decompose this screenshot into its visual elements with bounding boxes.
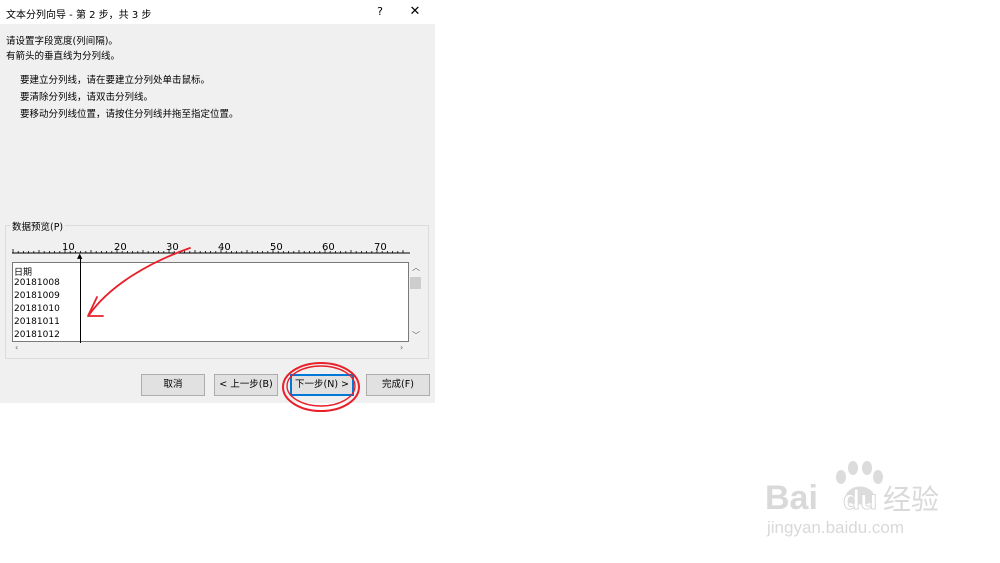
- instruction-bullet-create: 要建立分列线，请在要建立分列处单击鼠标。: [20, 75, 211, 86]
- finish-button[interactable]: 完成(F): [366, 374, 430, 396]
- instruction-bullet-clear: 要清除分列线，请双击分列线。: [20, 92, 154, 103]
- ruler-label-70: 70: [374, 242, 387, 253]
- back-button[interactable]: < 上一步(B): [214, 374, 278, 396]
- title-bar: 文本分列向导 - 第 2 步，共 3 步 ? ✕: [0, 0, 435, 24]
- ruler-label-10: 10: [62, 242, 75, 253]
- scroll-up-icon[interactable]: ︿: [412, 264, 420, 272]
- watermark-brand2: du: [843, 484, 877, 515]
- baidu-watermark-logo: Bai du 经验 jingyan.baidu.com: [765, 461, 939, 537]
- instruction-line-1: 请设置字段宽度(列间隔)。: [6, 36, 118, 47]
- ruler-label-40: 40: [218, 242, 231, 253]
- data-preview-label: 数据预览(P): [10, 219, 66, 233]
- column-break-arrow-icon[interactable]: ▲: [77, 253, 82, 260]
- data-preview-pane[interactable]: 日期 20181008 20181009 20181010 20181011 2…: [12, 262, 409, 342]
- scroll-down-icon[interactable]: ﹀: [412, 332, 420, 340]
- watermark-brand: Bai: [765, 479, 818, 517]
- column-break-line[interactable]: [80, 256, 81, 343]
- scroll-left-icon[interactable]: ‹: [15, 344, 18, 352]
- ruler-label-30: 30: [166, 242, 179, 253]
- vertical-scrollbar[interactable]: ︿ ﹀: [409, 262, 422, 342]
- preview-row: 20181008: [14, 278, 60, 288]
- watermark-cn: 经验: [883, 483, 939, 516]
- ruler-label-60: 60: [322, 242, 335, 253]
- preview-row: 20181012: [14, 330, 60, 340]
- scroll-right-icon[interactable]: ›: [400, 344, 403, 352]
- cancel-button[interactable]: 取消: [141, 374, 205, 396]
- next-button[interactable]: 下一步(N) >: [290, 374, 354, 396]
- help-button[interactable]: ?: [372, 3, 388, 21]
- close-button[interactable]: ✕: [406, 3, 424, 21]
- watermark-url: jingyan.baidu.com: [766, 518, 904, 537]
- ruler-label-50: 50: [270, 242, 283, 253]
- window-title: 文本分列向导 - 第 2 步，共 3 步: [6, 10, 152, 21]
- preview-row: 20181011: [14, 317, 60, 327]
- preview-row: 20181010: [14, 304, 60, 314]
- instruction-line-2: 有箭头的垂直线为分列线。: [6, 51, 121, 62]
- vertical-scroll-thumb[interactable]: [410, 277, 421, 289]
- text-to-columns-dialog: 文本分列向导 - 第 2 步，共 3 步 ? ✕ 请设置字段宽度(列间隔)。 有…: [0, 0, 435, 403]
- preview-row-header: 日期: [14, 268, 33, 278]
- instruction-bullet-move: 要移动分列线位置，请按住分列线并拖至指定位置。: [20, 109, 239, 120]
- horizontal-scrollbar[interactable]: ‹ ›: [12, 343, 409, 355]
- preview-row: 20181009: [14, 291, 60, 301]
- column-ruler[interactable]: 10 20 30 40 50 60 70: [12, 240, 410, 254]
- ruler-label-20: 20: [114, 242, 127, 253]
